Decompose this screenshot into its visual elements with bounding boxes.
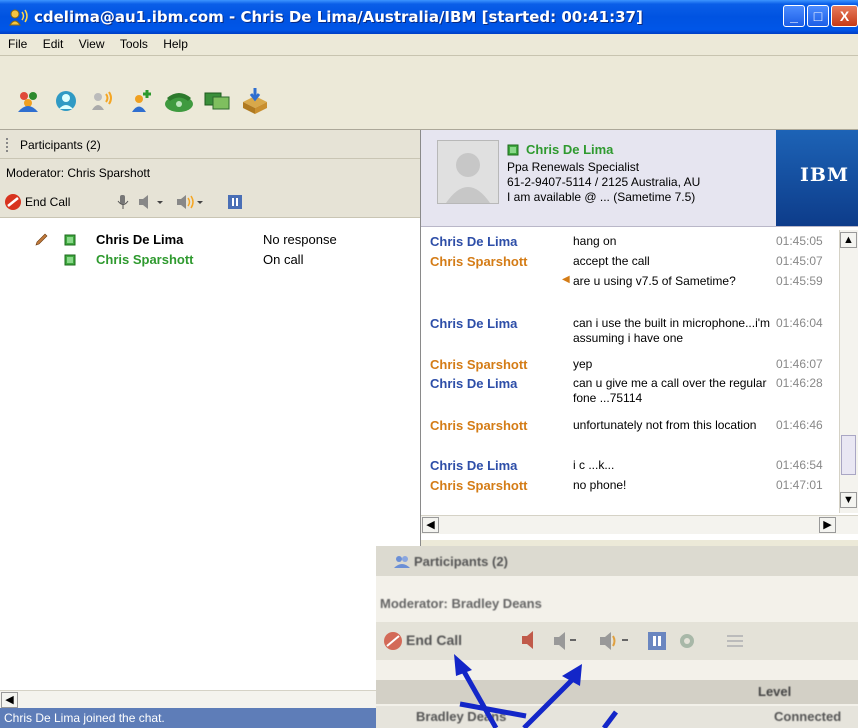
profile-title: Ppa Renewals Specialist <box>507 160 640 174</box>
participant-status: No response <box>263 232 337 247</box>
menu-tools[interactable]: Tools <box>120 34 148 55</box>
menu-edit[interactable]: Edit <box>43 34 64 55</box>
menu-bar: File Edit View Tools Help <box>0 34 858 56</box>
invite-icon[interactable] <box>53 88 79 114</box>
chat-sender: Chris Sparshott <box>430 357 528 372</box>
profile-phone: 61-2-9407-5114 / 2125 Australia, AU <box>507 175 701 189</box>
chat-transcript: Chris De Lima hang on 01:45:05 Chris Spa… <box>421 230 839 516</box>
phone-icon[interactable] <box>162 88 196 114</box>
menu-help[interactable]: Help <box>163 34 188 55</box>
stop-icon <box>5 194 21 210</box>
chat-text: i c ...k... <box>573 458 615 472</box>
chat-pane: Chris De Lima Ppa Renewals Specialist 61… <box>421 130 858 540</box>
call-controls: End Call <box>0 187 420 218</box>
chat-time: 01:46:07 <box>776 357 823 371</box>
chat-time: 01:45:59 <box>776 274 823 288</box>
chat-text: can u give me a call over the regular fo… <box>573 376 767 405</box>
online-status-icon <box>507 144 519 156</box>
chat-vertical-scrollbar[interactable]: ▲ ▼ <box>839 230 858 513</box>
scroll-right-icon[interactable]: ▶ <box>819 517 836 533</box>
chat-time: 01:45:07 <box>776 254 823 268</box>
chat-sender: Chris Sparshott <box>430 478 528 493</box>
chat-sender: Chris De Lima <box>430 316 518 331</box>
screen-share-icon[interactable] <box>203 88 233 114</box>
chat-text: are u using v7.5 of Sametime? <box>573 274 736 288</box>
menu-view[interactable]: View <box>79 34 105 55</box>
maximize-button[interactable]: □ <box>807 5 829 27</box>
participant-name: Chris De Lima <box>96 232 184 247</box>
chat-time: 01:46:04 <box>776 316 823 330</box>
participant-row-2[interactable]: Chris Sparshott On call <box>0 250 420 270</box>
scroll-thumb[interactable] <box>841 435 856 475</box>
participant-status: On call <box>263 252 304 267</box>
business-card: Chris De Lima Ppa Renewals Specialist 61… <box>421 130 858 227</box>
online-status-icon <box>64 254 76 266</box>
microphone-icon[interactable] <box>116 194 130 210</box>
chat-sender: Chris De Lima <box>430 234 518 249</box>
chat-text: hang on <box>573 234 617 248</box>
participant-row-1[interactable]: Chris De Lima No response <box>0 230 420 250</box>
chat-horizontal-scrollbar[interactable]: ◀ ▶ <box>421 515 858 534</box>
pause-icon[interactable] <box>227 194 243 210</box>
menu-file[interactable]: File <box>8 34 27 55</box>
ibm-logo: IBM <box>776 130 858 226</box>
annotation-arrows <box>454 654 618 728</box>
scroll-left-icon[interactable]: ◀ <box>422 517 439 533</box>
end-call-label: End Call <box>25 195 71 209</box>
minimize-button[interactable]: _ <box>783 5 805 27</box>
chat-time: 01:47:01 <box>776 478 823 492</box>
chat-text: yep <box>573 357 593 371</box>
chat-sender: Chris De Lima <box>430 458 518 473</box>
chat-sender: Chris Sparshott <box>430 254 528 269</box>
chat-text: accept the call <box>573 254 650 268</box>
avatar <box>437 140 499 204</box>
horizontal-scrollbar-left[interactable]: ◀ <box>0 690 420 709</box>
participant-name: Chris Sparshott <box>96 252 194 267</box>
profile-name: Chris De Lima <box>526 142 614 157</box>
pencil-icon <box>35 233 48 246</box>
scroll-left-icon[interactable]: ◀ <box>1 692 18 708</box>
chat-text: can i use the built in microphone...i'm … <box>573 316 771 345</box>
chat-text: unfortunately not from this location <box>573 418 757 432</box>
status-text: Chris De Lima joined the chat. <box>4 711 165 725</box>
chat-sender: Chris Sparshott <box>430 418 528 433</box>
scroll-up-icon[interactable]: ▲ <box>840 232 857 248</box>
speaker-people-icon[interactable] <box>90 88 116 114</box>
zoomed-inset-image: Participants (2) Moderator: Bradley Dean… <box>376 546 858 728</box>
chat-time: 01:46:46 <box>776 418 823 432</box>
close-button[interactable]: X <box>831 5 858 27</box>
volume-dropdown-icon[interactable] <box>137 194 163 210</box>
participants-pane: Participants (2) Moderator: Chris Sparsh… <box>0 130 421 728</box>
profile-availability: I am available @ ... (Sametime 7.5) <box>507 190 696 204</box>
grip-handle[interactable] <box>6 138 10 152</box>
online-status-icon <box>64 234 76 246</box>
chat-sender: Chris De Lima <box>430 376 518 391</box>
moderator-label: Moderator: Chris Sparshott <box>6 166 151 180</box>
end-call-button[interactable]: End Call <box>4 193 70 211</box>
participants-count: Participants (2) <box>20 138 101 152</box>
moderator-row: Moderator: Chris Sparshott <box>0 159 420 187</box>
speaker-dropdown-icon[interactable] <box>175 194 205 210</box>
add-person-icon[interactable] <box>128 88 154 114</box>
toolbar <box>0 56 858 130</box>
people-icon[interactable] <box>16 88 42 114</box>
continuation-arrow-icon: ◀ <box>562 274 570 285</box>
chat-text: no phone! <box>573 478 627 492</box>
chat-time: 01:45:05 <box>776 234 823 248</box>
scroll-down-icon[interactable]: ▼ <box>840 492 857 508</box>
chat-time: 01:46:28 <box>776 376 823 390</box>
sametime-speaker-icon <box>9 9 28 26</box>
title-bar: cdelima@au1.ibm.com - Chris De Lima/Aust… <box>0 0 858 34</box>
send-file-icon[interactable] <box>240 88 270 114</box>
window-title: cdelima@au1.ibm.com - Chris De Lima/Aust… <box>34 8 643 26</box>
participants-header: Participants (2) <box>0 130 420 159</box>
ibm-logo-text: IBM <box>800 164 849 186</box>
chat-time: 01:46:54 <box>776 458 823 472</box>
status-bar: Chris De Lima joined the chat. <box>0 708 420 728</box>
